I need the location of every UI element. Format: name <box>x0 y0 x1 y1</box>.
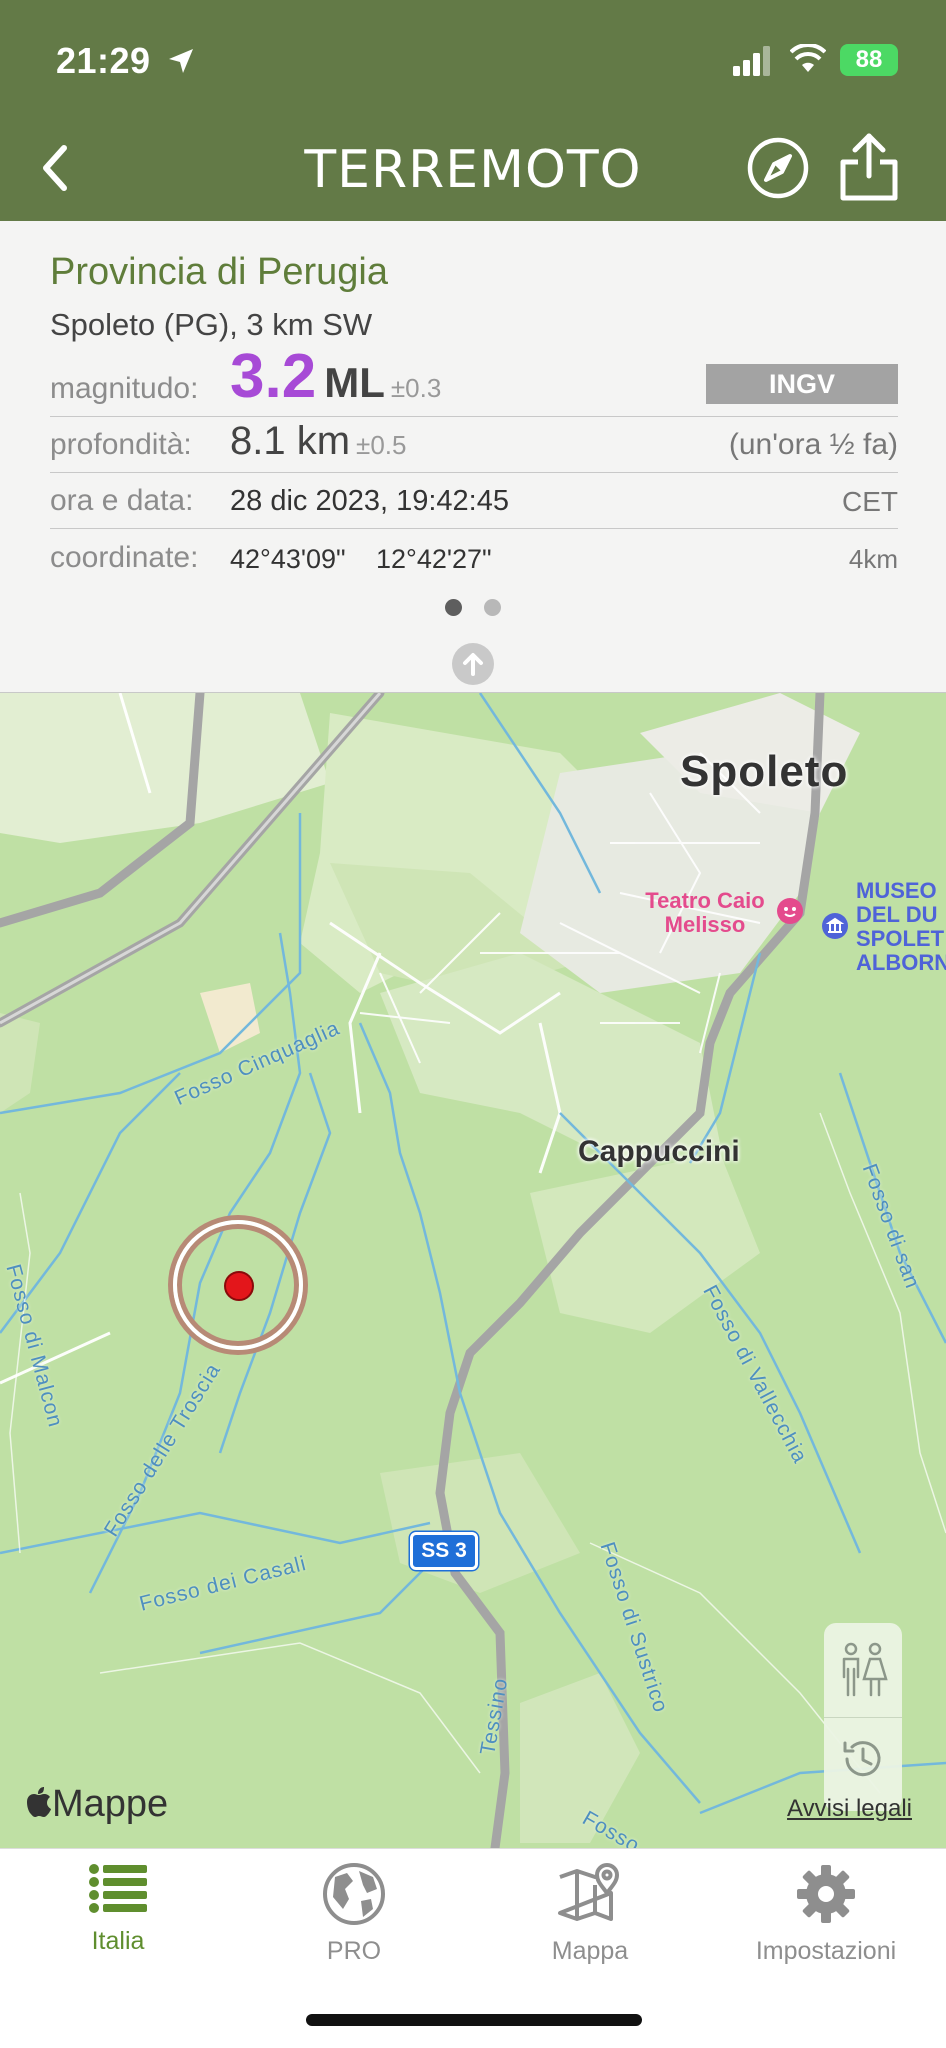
wifi-icon <box>790 44 826 72</box>
coordinates-label: coordinate: <box>50 541 199 574</box>
tab-label: Impostazioni <box>755 1937 897 1965</box>
epicenter-marker[interactable] <box>224 1271 254 1301</box>
datetime-label: ora e data: <box>50 484 194 517</box>
theatre-icon[interactable] <box>776 897 804 925</box>
coordinates-row: coordinate: 42°43'09" 12°42'27" 4km <box>50 529 898 585</box>
globe-icon <box>323 1863 385 1925</box>
earthquake-info-panel: Provincia di Perugia Spoleto (PG), 3 km … <box>0 221 946 693</box>
map-label-city: Spoleto <box>680 747 849 796</box>
time-ago: (un'ora ½ fa) <box>728 428 898 461</box>
depth-row: profondità: 8.1 km ±0.5 (un'ora ½ fa) <box>50 417 898 473</box>
location-arrow-icon <box>169 49 193 73</box>
tab-label: Mappa <box>551 1937 629 1965</box>
depth-label: profondità: <box>50 428 192 461</box>
list-icon <box>89 1864 147 1913</box>
people-icon[interactable] <box>836 1641 890 1699</box>
map-controls <box>824 1623 902 1811</box>
datetime-row: ora e data: 28 dic 2023, 19:42:45 CET <box>50 473 898 529</box>
share-icon[interactable] <box>838 132 900 202</box>
battery-indicator: 88 <box>840 44 898 76</box>
apple-logo-icon <box>27 1787 51 1817</box>
tab-italia[interactable]: Italia <box>0 1863 236 1973</box>
page-indicator[interactable] <box>0 599 946 621</box>
timezone: CET <box>842 486 898 517</box>
home-indicator[interactable] <box>306 2014 642 2026</box>
collapse-button[interactable] <box>452 643 494 685</box>
controls-divider <box>824 1717 902 1718</box>
magnitude-value: 3.2 <box>230 342 317 411</box>
source-badge[interactable]: INGV <box>706 364 898 404</box>
maps-attribution-label: Mappe <box>52 1783 169 1825</box>
page-dot[interactable] <box>484 599 501 616</box>
magnitude-value-group: 3.2 ML ±0.3 <box>230 341 441 412</box>
legal-link[interactable]: Avvisi legali <box>787 1795 912 1823</box>
magnitude-row: magnitudo: 3.2 ML ±0.3 INGV <box>50 342 898 417</box>
latitude: 42°43'09" <box>230 544 346 574</box>
history-icon[interactable] <box>839 1735 887 1783</box>
compass-icon[interactable] <box>746 136 810 200</box>
map-label-poi-theatre[interactable]: Teatro Caio Melisso <box>630 889 780 937</box>
longitude: 12°42'27" <box>376 544 492 574</box>
magnitude-error: ±0.3 <box>390 373 442 403</box>
map-background[interactable] <box>0 693 946 1848</box>
tab-impostazioni[interactable]: Impostazioni <box>708 1863 944 1973</box>
datetime-value: 28 dic 2023, 19:42:45 <box>230 485 509 517</box>
map-view[interactable]: Spoleto Cappuccini Teatro Caio Melisso M… <box>0 693 946 1848</box>
page-dot[interactable] <box>445 599 462 616</box>
maps-attribution: Mappe <box>24 1783 168 1826</box>
magnitude-unit: ML <box>324 359 385 406</box>
depth-error: ±0.5 <box>356 430 407 460</box>
magnitude-label: magnitudo: <box>50 372 199 405</box>
status-time: 21:29 <box>56 40 151 81</box>
gear-icon <box>797 1865 855 1923</box>
road-shield[interactable]: SS 3 <box>410 1532 478 1570</box>
depth-value-group: 8.1 km ±0.5 <box>230 419 406 464</box>
top-bar: 21:29 88 TERREMOTO <box>0 0 946 221</box>
tab-label: Italia <box>91 1927 145 1955</box>
tab-mappa[interactable]: Mappa <box>472 1863 708 1973</box>
map-label-poi-museum[interactable]: MUSEO DEL DU SPOLET ALBORN <box>856 879 946 975</box>
museum-icon[interactable] <box>821 912 849 940</box>
signal-icon <box>733 46 770 76</box>
tab-label: PRO <box>326 1937 382 1965</box>
place-name: Spoleto (PG), 3 km SW <box>50 307 373 342</box>
map-label-district: Cappuccini <box>578 1135 740 1168</box>
distance: 4km <box>848 544 898 574</box>
map-pin-icon <box>558 1863 619 1921</box>
province-name: Provincia di Perugia <box>50 251 388 293</box>
tab-pro[interactable]: PRO <box>236 1863 472 1973</box>
depth-value: 8.1 km <box>230 419 351 463</box>
arrow-up-icon <box>463 653 483 676</box>
